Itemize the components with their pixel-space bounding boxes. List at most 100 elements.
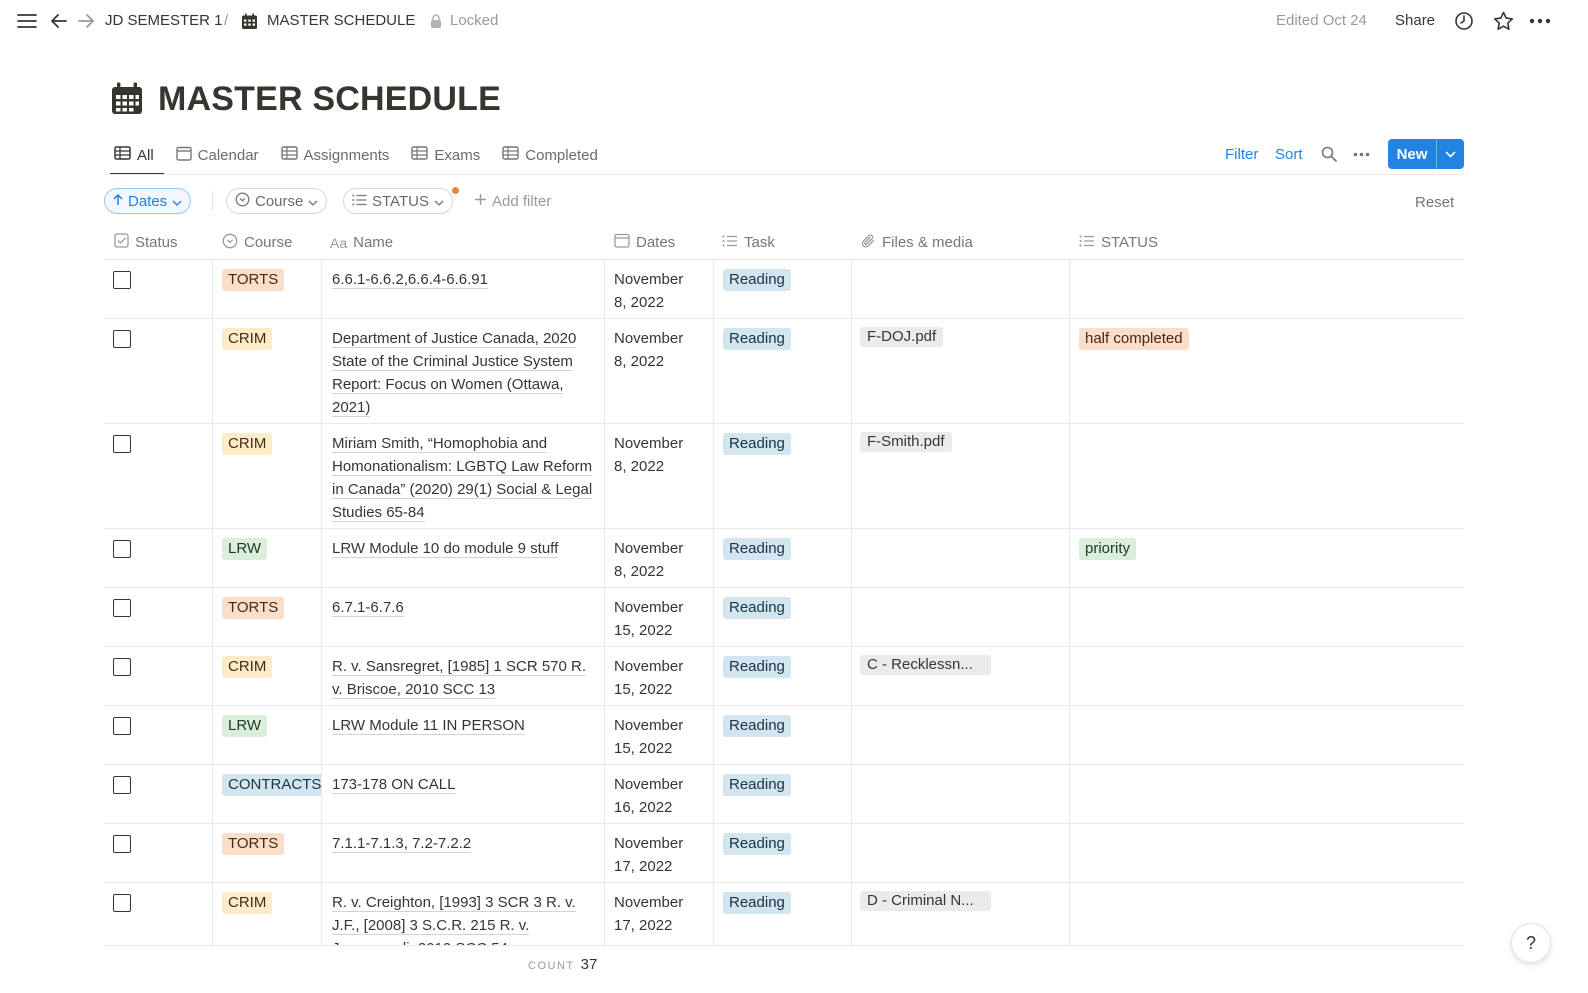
sort-chip-dates[interactable]: Dates [104,188,192,214]
dates-cell[interactable]: November 16, 2022 [605,765,714,823]
row-title[interactable]: 173-178 ON CALL [332,773,598,796]
files-cell[interactable] [852,706,1070,764]
forward-arrow-icon[interactable] [77,10,95,32]
reset-button[interactable]: Reset [1415,194,1454,211]
table-row[interactable]: CRIM Department of Justice Canada, 2020 … [104,319,1464,424]
files-cell[interactable]: C - Recklessn... [852,647,1070,705]
files-cell[interactable] [852,765,1070,823]
dates-cell[interactable]: November 8, 2022 [605,319,714,423]
table-row[interactable]: CRIM R. v. Creighton, [1993] 3 SCR 3 R. … [104,883,1464,946]
status-select-cell[interactable] [1070,588,1464,646]
task-cell[interactable]: Reading [714,588,852,646]
sort-button[interactable]: Sort [1275,146,1303,163]
status-select-cell[interactable] [1070,824,1464,882]
column-header-course[interactable]: Course [222,226,292,259]
column-header-task[interactable]: Task [722,226,775,259]
status-select-cell[interactable] [1070,706,1464,764]
status-checkbox[interactable] [113,894,131,912]
status-checkbox[interactable] [113,271,131,289]
search-icon[interactable] [1321,138,1337,170]
row-title[interactable]: 6.7.1-6.7.6 [332,596,598,619]
files-cell[interactable]: F-Smith.pdf [852,424,1070,528]
course-cell[interactable]: TORTS [213,588,322,646]
table-row[interactable]: LRW LRW Module 11 IN PERSON November 15, … [104,706,1464,765]
dates-cell[interactable]: November 8, 2022 [605,424,714,528]
column-header-name[interactable]: Aa Name [330,226,393,259]
task-cell[interactable]: Reading [714,647,852,705]
table-row[interactable]: CRIM Miriam Smith, “Homophobia and Homon… [104,424,1464,529]
name-cell[interactable]: LRW Module 10 do module 9 stuff [322,529,605,587]
star-icon[interactable] [1492,10,1514,32]
status-checkbox[interactable] [113,599,131,617]
more-options-icon[interactable] [1528,10,1552,32]
files-cell[interactable] [852,588,1070,646]
name-cell[interactable]: R. v. Sansregret, [1985] 1 SCR 570 R. v.… [322,647,605,705]
dates-cell[interactable]: November 17, 2022 [605,824,714,882]
table-row[interactable]: CONTRACTS 173-178 ON CALL November 16, 20… [104,765,1464,824]
column-header-dates[interactable]: Dates [614,226,675,259]
row-title[interactable]: R. v. Creighton, [1993] 3 SCR 3 R. v. J.… [332,891,598,946]
column-header-status-select[interactable]: STATUS [1079,226,1158,259]
table-row[interactable]: CRIM R. v. Sansregret, [1985] 1 SCR 570 … [104,647,1464,706]
course-cell[interactable]: CRIM [213,883,322,946]
row-title[interactable]: 7.1.1-7.1.3, 7.2-7.2.2 [332,832,598,855]
course-cell[interactable]: LRW [213,529,322,587]
task-cell[interactable]: Reading [714,529,852,587]
name-cell[interactable]: Department of Justice Canada, 2020 State… [322,319,605,423]
dates-cell[interactable]: November 8, 2022 [605,260,714,318]
status-checkbox[interactable] [113,330,131,348]
history-clock-icon[interactable] [1454,10,1474,32]
file-attachment[interactable]: F-Smith.pdf [860,432,952,452]
task-cell[interactable]: Reading [714,824,852,882]
table-row[interactable]: TORTS 6.6.1-6.6.2,6.6.4-6.6.91 November 8… [104,260,1464,319]
files-cell[interactable] [852,529,1070,587]
dates-cell[interactable]: November 8, 2022 [605,529,714,587]
back-arrow-icon[interactable] [50,10,68,32]
dates-cell[interactable]: November 15, 2022 [605,647,714,705]
status-select-cell[interactable] [1070,424,1464,528]
new-button[interactable]: New [1388,139,1464,169]
dates-cell[interactable]: November 15, 2022 [605,588,714,646]
status-select-cell[interactable] [1070,260,1464,318]
tab-calendar[interactable]: Calendar [174,138,261,172]
row-title[interactable]: R. v. Sansregret, [1985] 1 SCR 570 R. v.… [332,655,598,701]
task-cell[interactable]: Reading [714,319,852,423]
name-cell[interactable]: 173-178 ON CALL [322,765,605,823]
files-cell[interactable]: F-DOJ.pdf [852,319,1070,423]
dates-cell[interactable]: November 17, 2022 [605,883,714,946]
row-title[interactable]: LRW Module 11 IN PERSON [332,714,598,737]
task-cell[interactable]: Reading [714,883,852,946]
table-row[interactable]: TORTS 6.7.1-6.7.6 November 15, 2022 Readi… [104,588,1464,647]
more-icon[interactable] [1353,138,1370,170]
tab-assignments[interactable]: Assignments [279,138,392,172]
row-title[interactable]: LRW Module 10 do module 9 stuff [332,537,598,560]
name-cell[interactable]: Miriam Smith, “Homophobia and Homonation… [322,424,605,528]
files-cell[interactable] [852,824,1070,882]
files-cell[interactable] [852,260,1070,318]
status-checkbox[interactable] [113,435,131,453]
course-cell[interactable]: CRIM [213,424,322,528]
task-cell[interactable]: Reading [714,706,852,764]
name-cell[interactable]: R. v. Creighton, [1993] 3 SCR 3 R. v. J.… [322,883,605,946]
course-cell[interactable]: TORTS [213,824,322,882]
name-cell[interactable]: 7.1.1-7.1.3, 7.2-7.2.2 [322,824,605,882]
menu-icon[interactable] [16,10,38,32]
status-select-cell[interactable] [1070,883,1464,946]
files-cell[interactable]: D - Criminal N... [852,883,1070,946]
status-checkbox[interactable] [113,717,131,735]
add-filter-button[interactable]: Add filter [466,188,559,214]
filter-chip-course[interactable]: Course [226,188,328,214]
share-button[interactable]: Share [1395,12,1435,29]
breadcrumb-page[interactable]: MASTER SCHEDULE [267,12,415,29]
status-checkbox[interactable] [113,835,131,853]
tab-all[interactable]: All [110,138,164,175]
breadcrumb-workspace[interactable]: JD SEMESTER 1 [105,12,223,29]
tab-completed[interactable]: Completed [500,138,600,172]
task-cell[interactable]: Reading [714,260,852,318]
file-attachment[interactable]: F-DOJ.pdf [860,327,944,347]
chevron-down-icon[interactable] [1437,150,1464,158]
course-cell[interactable]: CRIM [213,647,322,705]
status-select-cell[interactable]: priority [1070,529,1464,587]
file-attachment[interactable]: D - Criminal N... [860,891,991,911]
name-cell[interactable]: 6.7.1-6.7.6 [322,588,605,646]
